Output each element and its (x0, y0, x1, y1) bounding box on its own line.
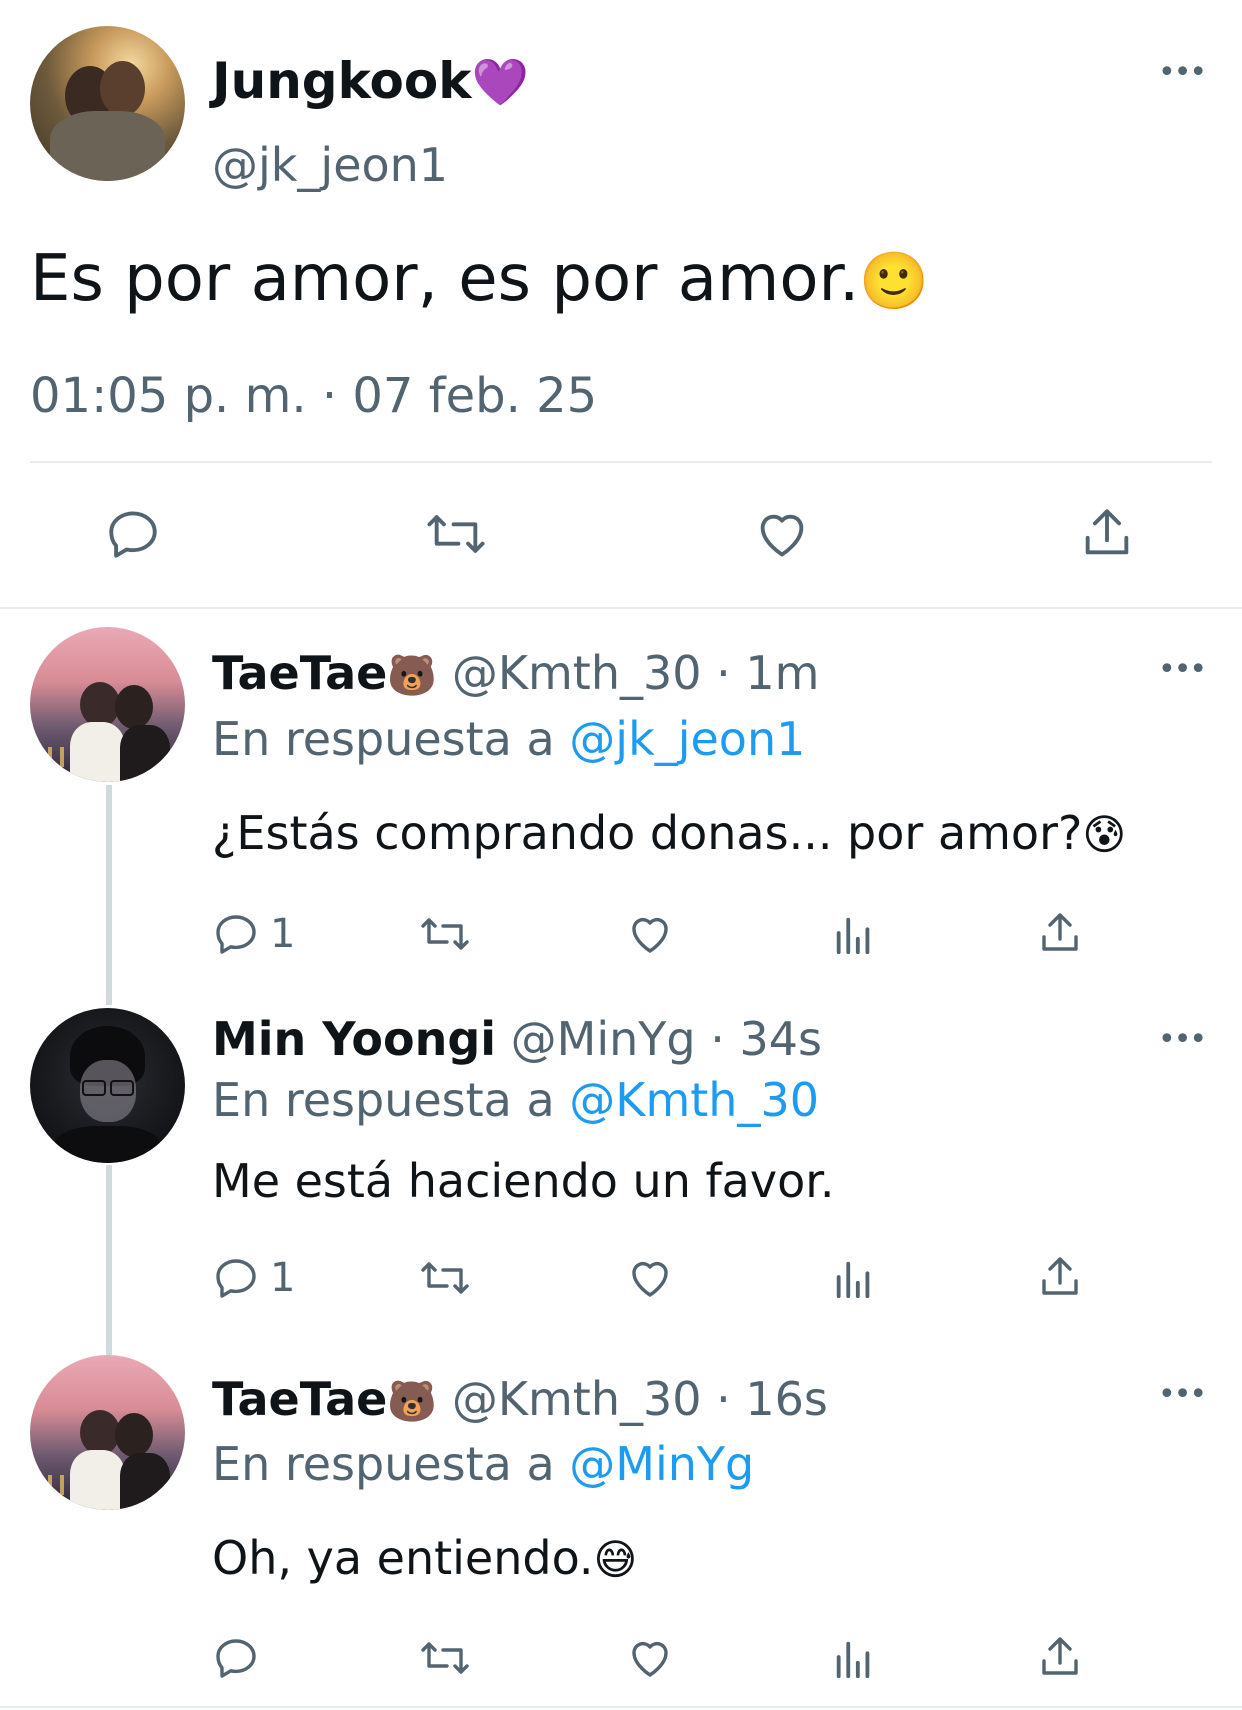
reply-text: Oh, ya entiendo.😅 (212, 1531, 637, 1585)
reply-time[interactable]: · 1m (716, 646, 819, 700)
reply-header: TaeTae🐻 @Kmth_30 · 1m (212, 646, 819, 700)
reply-button[interactable] (212, 1634, 270, 1682)
bear-emoji: 🐻 (387, 653, 438, 699)
analytics-button[interactable] (832, 1636, 876, 1682)
reply-handle[interactable]: @MinYg (511, 1012, 696, 1066)
more-options-icon[interactable]: ••• (1158, 58, 1207, 88)
reply-to-link[interactable]: @MinYg (569, 1437, 754, 1491)
reply-header: Min Yoongi @MinYg · 34s (212, 1012, 822, 1066)
reply-text-content: ¿Estás comprando donas... por amor? (212, 806, 1083, 860)
reply-time[interactable]: · 16s (716, 1372, 828, 1426)
reply-button[interactable]: 1 (212, 910, 295, 958)
author-handle[interactable]: @jk_jeon1 (212, 138, 448, 192)
retweet-button[interactable] (418, 1634, 472, 1682)
tweet-text: Es por amor, es por amor.🙂 (30, 242, 929, 316)
share-button[interactable] (1036, 908, 1084, 958)
share-icon (1085, 509, 1129, 555)
tweet-timestamp[interactable]: 01:05 p. m. · 07 feb. 25 (30, 368, 597, 424)
avatar-min-yoongi[interactable] (30, 1008, 185, 1163)
more-options-icon[interactable]: ••• (1158, 1380, 1207, 1410)
reply-text-content: Me está haciendo un favor. (212, 1154, 835, 1208)
analytics-icon (836, 1641, 870, 1679)
reply-text: ¿Estás comprando donas... por amor?😰 (212, 806, 1126, 860)
reply-icon (109, 511, 157, 558)
bear-emoji: 🐻 (387, 1379, 438, 1425)
reply-icon (216, 1259, 256, 1298)
avatar-taetae[interactable] (30, 1355, 185, 1510)
reply-context: En respuesta a @MinYg (212, 1437, 754, 1491)
retweet-button[interactable] (418, 1254, 472, 1302)
thread-line (106, 785, 112, 1005)
purple-heart-emoji: 💜 (471, 55, 529, 109)
author-name: Jungkook (212, 52, 472, 110)
grinning-sweat-emoji: 😅 (593, 1535, 638, 1584)
reply-author-name[interactable]: Min Yoongi (212, 1012, 496, 1066)
reply-text: Me está haciendo un favor. (212, 1154, 835, 1208)
reply-count: 1 (270, 1255, 296, 1301)
retweet-icon (421, 1262, 469, 1294)
share-icon (1042, 1637, 1078, 1675)
retweet-button[interactable] (418, 910, 472, 958)
analytics-button[interactable] (832, 912, 876, 958)
more-options-icon[interactable]: ••• (1158, 655, 1207, 685)
like-button[interactable] (625, 1254, 675, 1302)
reply-button[interactable] (104, 505, 162, 563)
anxious-sweat-emoji: 😰 (1082, 810, 1127, 859)
avatar-jungkook[interactable] (30, 26, 185, 181)
analytics-icon (836, 1261, 870, 1299)
retweet-icon (427, 515, 485, 553)
tweet-text-content: Es por amor, es por amor. (30, 242, 860, 316)
like-button[interactable] (752, 505, 812, 563)
reply-prefix: En respuesta a (212, 1073, 555, 1127)
reply-icon (216, 1639, 256, 1678)
like-button[interactable] (625, 910, 675, 958)
retweet-icon (421, 918, 469, 950)
divider (0, 607, 1242, 609)
reply-count: 1 (270, 911, 296, 957)
analytics-icon (836, 917, 870, 955)
reply-prefix: En respuesta a (212, 712, 555, 766)
thread-line (106, 1165, 112, 1355)
heart-icon (632, 1642, 668, 1677)
slight-smile-emoji: 🙂 (859, 249, 930, 314)
heart-icon (760, 514, 804, 557)
reply-prefix: En respuesta a (212, 1437, 555, 1491)
share-icon (1042, 913, 1078, 951)
heart-icon (632, 918, 668, 953)
reply-button[interactable]: 1 (212, 1254, 295, 1302)
reply-text-content: Oh, ya entiendo. (212, 1531, 594, 1585)
divider (30, 461, 1212, 463)
like-button[interactable] (625, 1634, 675, 1682)
reply-time[interactable]: · 34s (710, 1012, 822, 1066)
more-options-icon[interactable]: ••• (1158, 1025, 1207, 1055)
reply-to-link[interactable]: @jk_jeon1 (569, 712, 805, 766)
share-button[interactable] (1036, 1632, 1084, 1682)
retweet-icon (421, 1642, 469, 1674)
author-name-row[interactable]: Jungkook💜 (212, 52, 529, 110)
share-icon (1042, 1257, 1078, 1295)
avatar-taetae[interactable] (30, 627, 185, 782)
reply-author-name[interactable]: TaeTae (212, 1372, 387, 1426)
reply-handle[interactable]: @Kmth_30 (452, 646, 702, 700)
reply-icon (216, 915, 256, 954)
share-button[interactable] (1036, 1252, 1084, 1302)
reply-header: TaeTae🐻 @Kmth_30 · 16s (212, 1372, 828, 1426)
divider (0, 1706, 1242, 1708)
reply-handle[interactable]: @Kmth_30 (452, 1372, 702, 1426)
reply-to-link[interactable]: @Kmth_30 (569, 1073, 819, 1127)
heart-icon (632, 1262, 668, 1297)
reply-author-name[interactable]: TaeTae (212, 646, 387, 700)
reply-context: En respuesta a @jk_jeon1 (212, 712, 805, 766)
analytics-button[interactable] (832, 1256, 876, 1302)
share-button[interactable] (1078, 503, 1136, 563)
reply-context: En respuesta a @Kmth_30 (212, 1073, 819, 1127)
retweet-button[interactable] (424, 505, 488, 563)
